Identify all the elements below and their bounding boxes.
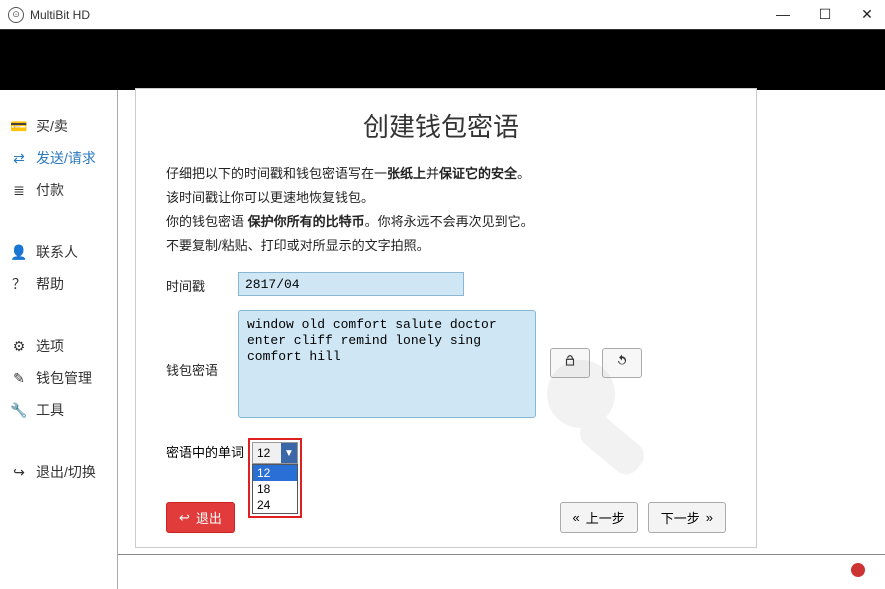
previous-button[interactable]: « 上一步 xyxy=(560,502,638,533)
next-label: 下一步 xyxy=(661,508,700,527)
instruction-4: 不要复制/粘贴、打印或对所显示的文字拍照。 xyxy=(166,234,716,258)
timestamp-label: 时间戳 xyxy=(166,272,238,295)
create-seed-modal: 创建钱包密语 仔细把以下的时间戳和钱包密语写在一张纸上并保证它的安全。 该时间戳… xyxy=(135,88,757,548)
instruction-3: 你的钱包密语 保护你所有的比特币。你将永远不会再次见到它。 xyxy=(166,210,716,234)
double-chevron-left-icon: « xyxy=(573,510,580,525)
wordcount-option-18[interactable]: 18 xyxy=(253,481,297,497)
sidebar-item-5[interactable]: ⚙ 选项 xyxy=(0,330,117,362)
sidebar-icon: ⚙ xyxy=(10,338,28,355)
sidebar-item-label: 发送/请求 xyxy=(36,148,96,168)
sidebar-icon: 🔧 xyxy=(10,402,28,419)
divider xyxy=(118,554,885,555)
sidebar-item-label: 买/卖 xyxy=(36,116,68,136)
sidebar-item-label: 联系人 xyxy=(36,242,78,262)
wordcount-option-12[interactable]: 12 xyxy=(253,465,297,481)
chevron-down-icon: ▼ xyxy=(281,443,297,463)
sidebar-item-label: 退出/切换 xyxy=(36,462,96,482)
wordcount-value: 12 xyxy=(257,446,270,460)
sidebar-icon: ✎ xyxy=(10,370,28,387)
instruction-2: 该时间戳让你可以更速地恢复钱包。 xyxy=(166,186,716,210)
sidebar-item-4[interactable]: ？ 帮助 xyxy=(0,268,117,300)
maximize-button[interactable]: ☐ xyxy=(815,6,835,23)
close-button[interactable]: ✕ xyxy=(857,6,877,23)
app-icon: ⊙ xyxy=(8,7,24,23)
sidebar-item-7[interactable]: 🔧 工具 xyxy=(0,394,117,426)
wrench-watermark-icon xyxy=(526,339,686,499)
instruction-1: 仔细把以下的时间戳和钱包密语写在一张纸上并保证它的安全。 xyxy=(166,162,716,186)
sidebar-icon: ↪ xyxy=(10,464,28,481)
sidebar-icon: ⇄ xyxy=(10,150,28,167)
sidebar: 💳 买/卖 ⇄ 发送/请求 ≣ 付款 👤 联系人 ？ 帮助 ⚙ 选项 ✎ 钱包管理 🔧 工具 ↪ 退出/切换 xyxy=(0,90,118,589)
sidebar-item-0[interactable]: 💳 买/卖 xyxy=(0,110,117,142)
header-stripe xyxy=(0,30,885,90)
sidebar-item-label: 选项 xyxy=(36,336,64,356)
titlebar: ⊙ MultiBit HD — ☐ ✕ xyxy=(0,0,885,30)
sidebar-item-label: 付款 xyxy=(36,180,64,200)
exit-label: 退出 xyxy=(196,508,222,527)
sidebar-item-label: 帮助 xyxy=(36,274,64,294)
next-button[interactable]: 下一步 » xyxy=(648,502,726,533)
timestamp-field[interactable] xyxy=(238,272,464,296)
previous-label: 上一步 xyxy=(586,508,625,527)
sidebar-item-6[interactable]: ✎ 钱包管理 xyxy=(0,362,117,394)
status-indicator xyxy=(851,563,865,577)
wordcount-label: 密语中的单词 xyxy=(166,438,248,461)
sidebar-icon: 💳 xyxy=(10,118,28,135)
modal-title: 创建钱包密语 xyxy=(166,107,716,144)
double-chevron-right-icon: » xyxy=(706,510,713,525)
minimize-button[interactable]: — xyxy=(773,6,793,23)
seed-words-field[interactable]: window old comfort salute doctor enter c… xyxy=(238,310,536,418)
seed-label: 钱包密语 xyxy=(166,310,238,379)
wordcount-select[interactable]: 12 ▼ xyxy=(252,442,298,464)
sidebar-icon: ≣ xyxy=(10,182,28,199)
sidebar-icon: 👤 xyxy=(10,244,28,261)
exit-icon: ↩ xyxy=(179,510,190,526)
sidebar-icon: ？ xyxy=(10,274,28,294)
sidebar-item-label: 工具 xyxy=(36,400,64,420)
exit-button[interactable]: ↩ 退出 xyxy=(166,502,235,533)
sidebar-item-1[interactable]: ⇄ 发送/请求 xyxy=(0,142,117,174)
sidebar-item-8[interactable]: ↪ 退出/切换 xyxy=(0,456,117,488)
sidebar-item-label: 钱包管理 xyxy=(36,368,92,388)
sidebar-item-3[interactable]: 👤 联系人 xyxy=(0,236,117,268)
window-title: MultiBit HD xyxy=(30,8,90,22)
sidebar-item-2[interactable]: ≣ 付款 xyxy=(0,174,117,206)
